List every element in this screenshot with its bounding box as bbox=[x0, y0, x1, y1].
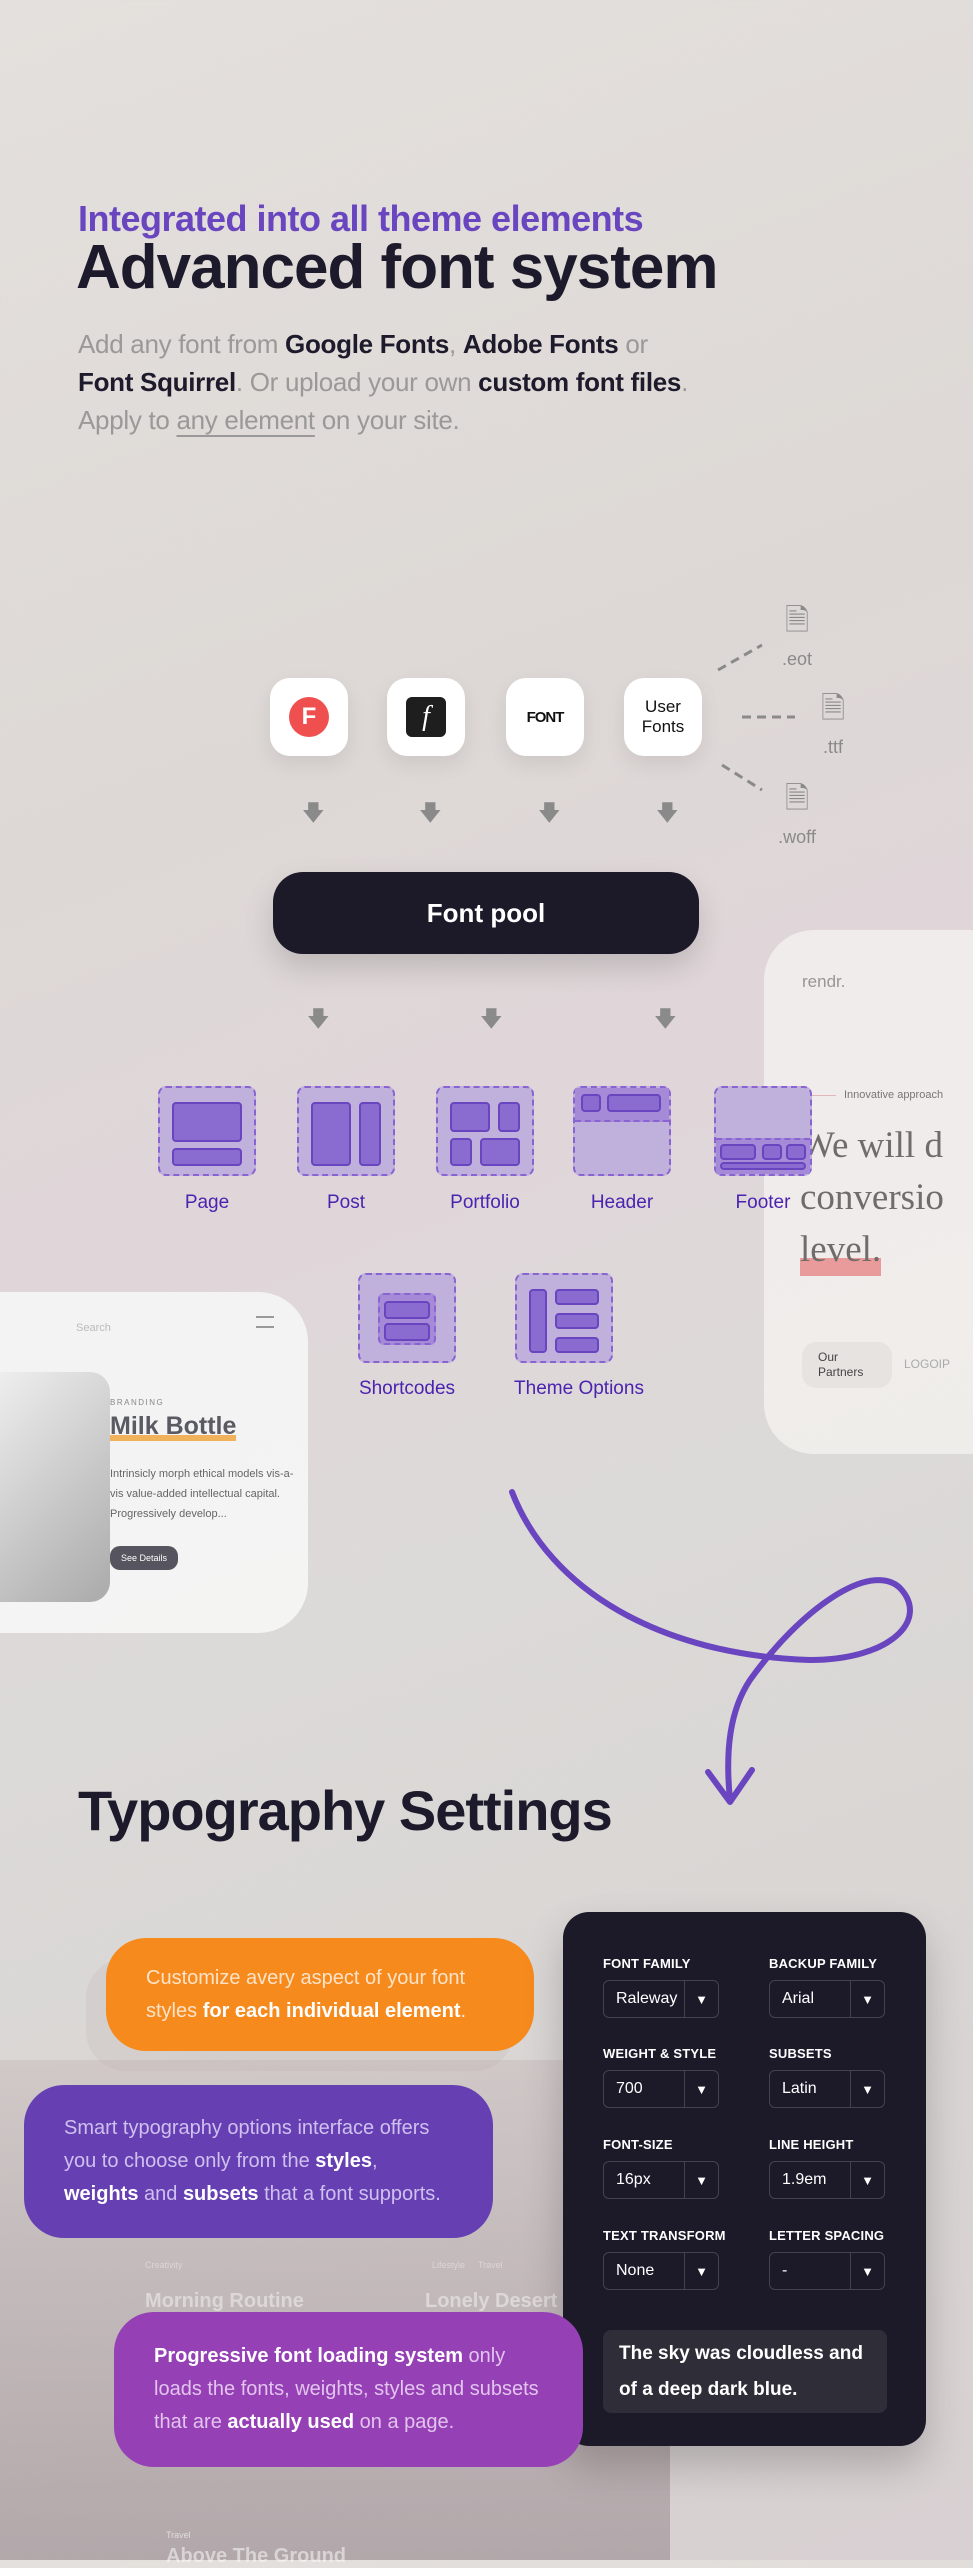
page-title: Advanced font system bbox=[76, 233, 719, 302]
chevron-down-icon: ▼ bbox=[850, 2071, 884, 2107]
header-element-icon bbox=[573, 1086, 671, 1176]
mock-eyebrow: Innovative approach bbox=[844, 1089, 944, 1101]
line-height-select[interactable]: 1.9em ▼ bbox=[769, 2161, 885, 2199]
woff-file: 🗎 .woff bbox=[767, 776, 827, 848]
menu-icon bbox=[256, 1316, 274, 1328]
mock-category: BRANDING bbox=[110, 1398, 165, 1407]
footer-element-icon bbox=[714, 1086, 812, 1176]
weight-style-select[interactable]: 700 ▼ bbox=[603, 2070, 719, 2108]
font-preview: The sky was cloudless and of a deep dark… bbox=[603, 2330, 887, 2413]
mock-tag: Lifestyle bbox=[432, 2260, 466, 2270]
chevron-down-icon: ▼ bbox=[684, 2071, 718, 2107]
subsets-select[interactable]: Latin ▼ bbox=[769, 2070, 885, 2108]
settings-grid: FONT FAMILY Raleway ▼ BACKUP FAMILY Arial… bbox=[563, 1912, 926, 2446]
chevron-down-icon: ▼ bbox=[684, 1981, 718, 2017]
backup-family-label: BACKUP FAMILY bbox=[769, 1956, 878, 1971]
shortcodes-element-icon bbox=[358, 1273, 456, 1363]
arrow-down-icon: 🡇 bbox=[307, 1006, 330, 1031]
text-transform-select[interactable]: None ▼ bbox=[603, 2252, 719, 2290]
theme-options-element-icon bbox=[515, 1273, 613, 1363]
section-title: Typography Settings bbox=[78, 1779, 613, 1842]
feature-bubble-progressive-loading: Progressive font loading system only loa… bbox=[114, 2312, 583, 2467]
file-check-icon: 🗎 bbox=[784, 604, 810, 637]
mock-card-title: Above The Ground bbox=[166, 2545, 346, 2567]
arrow-down-icon: 🡇 bbox=[654, 1006, 677, 1031]
element-label-page: Page bbox=[184, 1192, 230, 1213]
font-squirrel-logo: FONT bbox=[506, 678, 584, 756]
chevron-down-icon: ▼ bbox=[850, 1981, 884, 2017]
mock-card-title: Lonely Desert bbox=[425, 2290, 558, 2312]
portfolio-element-icon bbox=[436, 1086, 534, 1176]
curved-arrow-icon bbox=[509, 1489, 913, 1805]
see-details-button[interactable]: See Details bbox=[110, 1546, 179, 1570]
partners-badge: Our Partners bbox=[802, 1342, 892, 1388]
font-size-label: FONT-SIZE bbox=[603, 2137, 673, 2152]
mock-tag: Travel bbox=[166, 2530, 191, 2540]
fontyou-logo: F bbox=[270, 678, 348, 756]
arrow-down-icon: 🡇 bbox=[656, 800, 679, 825]
chevron-down-icon: ▼ bbox=[684, 2253, 718, 2289]
ttf-file: 🗎 .ttf bbox=[803, 686, 863, 758]
element-label-post: Post bbox=[326, 1192, 366, 1213]
arrow-down-icon: 🡇 bbox=[538, 800, 561, 825]
arrow-down-icon: 🡇 bbox=[480, 1006, 503, 1031]
font-family-select[interactable]: Raleway ▼ bbox=[603, 1980, 719, 2018]
mock-portfolio-card: Search BRANDING Milk Bottle Intrinsicly … bbox=[0, 1292, 308, 1633]
mock-logo: rendr. bbox=[802, 972, 846, 991]
user-fonts-tile: User Fonts bbox=[624, 678, 702, 756]
font-family-label: FONT FAMILY bbox=[603, 1956, 691, 1971]
arrow-down-icon: 🡇 bbox=[302, 800, 325, 825]
text-transform-label: TEXT TRANSFORM bbox=[603, 2228, 726, 2243]
line-height-label: LINE HEIGHT bbox=[769, 2137, 854, 2152]
partner-logo: LOGOIP bbox=[904, 1357, 951, 1371]
feature-bubble-smart-options: Smart typography options interface offer… bbox=[24, 2085, 493, 2238]
file-check-icon: 🗎 bbox=[820, 692, 846, 725]
mock-text: Intrinsicly morph ethical models vis-a-v… bbox=[110, 1468, 294, 1520]
chevron-down-icon: ▼ bbox=[850, 2162, 884, 2198]
feature-bubble-customize: Customize avery aspect of your font styl… bbox=[106, 1938, 534, 2051]
product-image bbox=[0, 1372, 110, 1602]
backup-family-select[interactable]: Arial ▼ bbox=[769, 1980, 885, 2018]
mock-tag: Creativity bbox=[145, 2260, 183, 2270]
mock-title: Milk Bottle bbox=[110, 1412, 237, 1441]
font-size-select[interactable]: 16px ▼ bbox=[603, 2161, 719, 2199]
font-pool: Font pool bbox=[273, 872, 699, 954]
arrow-down-icon: 🡇 bbox=[419, 800, 442, 825]
page-element-icon bbox=[158, 1086, 256, 1176]
chevron-down-icon: ▼ bbox=[850, 2253, 884, 2289]
file-check-icon: 🗎 bbox=[784, 782, 810, 815]
mock-card-title: Morning Routine bbox=[145, 2290, 304, 2312]
chevron-down-icon: ▼ bbox=[684, 2162, 718, 2198]
element-label-footer: Footer bbox=[735, 1192, 791, 1213]
adobe-fonts-logo: f bbox=[387, 678, 465, 756]
weight-style-label: WEIGHT & STYLE bbox=[603, 2046, 717, 2061]
element-label-portfolio: Portfolio bbox=[450, 1192, 520, 1213]
mock-tag: Travel bbox=[478, 2260, 503, 2270]
any-element-link[interactable]: any element bbox=[176, 405, 315, 435]
subsets-label: SUBSETS bbox=[769, 2046, 832, 2061]
element-label-header: Header bbox=[590, 1192, 654, 1213]
post-element-icon bbox=[297, 1086, 395, 1176]
element-label-shortcodes: Shortcodes bbox=[358, 1378, 456, 1399]
mock-search: Search bbox=[76, 1322, 111, 1334]
eot-file: 🗎 .eot bbox=[767, 598, 827, 670]
element-label-theme-options: Theme Options bbox=[514, 1378, 644, 1399]
letter-spacing-select[interactable]: - ▼ bbox=[769, 2252, 885, 2290]
letter-spacing-label: LETTER SPACING bbox=[769, 2228, 885, 2243]
intro-text: Add any font from Google Fonts, Adobe Fo… bbox=[78, 329, 689, 435]
